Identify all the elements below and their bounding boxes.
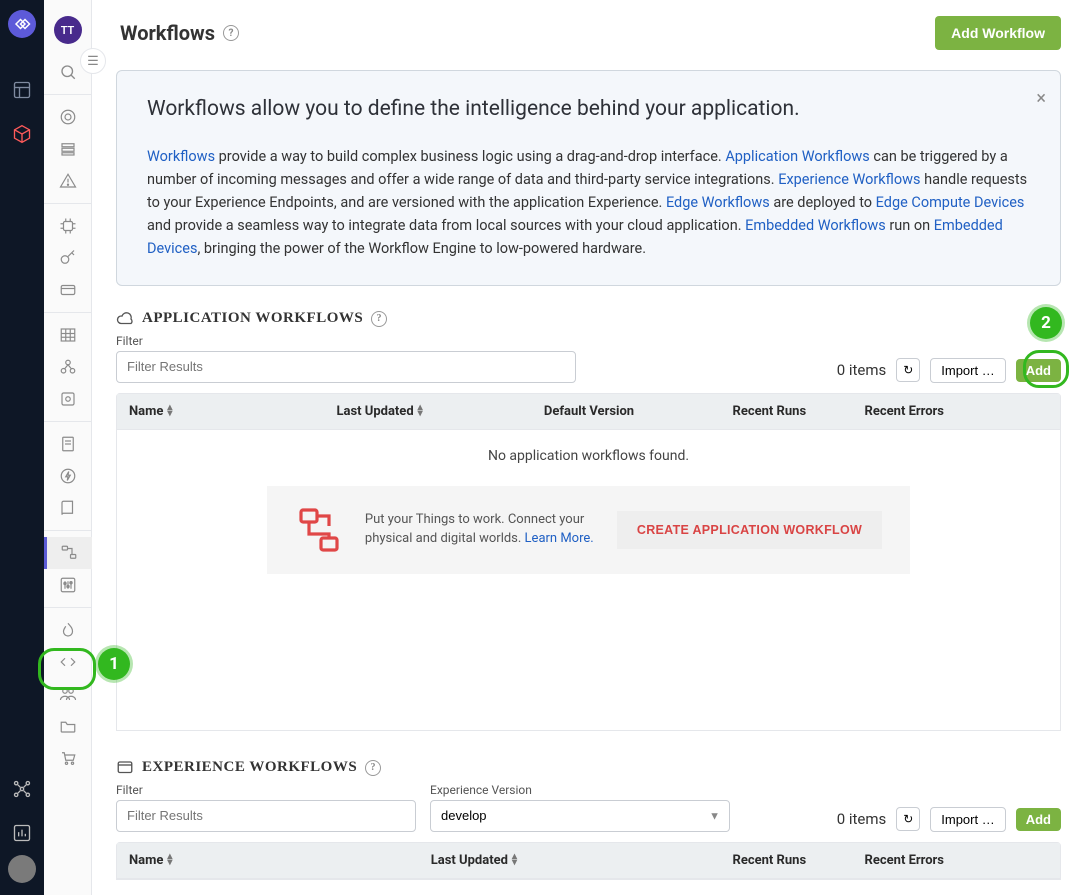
exp-workflows-table: Name▴▾ Last Updated▴▾ Recent Runs Recent… [116, 842, 1061, 880]
nav-graph-icon[interactable] [0, 767, 44, 811]
page-header: Workflows ? Add Workflow [92, 0, 1085, 70]
help-icon[interactable]: ? [365, 760, 381, 776]
refresh-button[interactable]: ↻ [896, 358, 920, 382]
app-workflows-section: APPLICATION WORKFLOWS ? Filter 0 items ↻… [116, 310, 1061, 731]
exp-version-select[interactable]: ▼ [430, 800, 730, 832]
main-content: Workflows ? Add Workflow × Workflows all… [92, 0, 1085, 895]
col-recent-runs[interactable]: Recent Runs [721, 843, 853, 878]
col-recent-runs[interactable]: Recent Runs [721, 394, 853, 429]
add-workflow-button[interactable]: Add Workflow [935, 16, 1061, 50]
import-button[interactable]: Import … [930, 358, 1005, 383]
app-filter-input[interactable] [116, 351, 576, 383]
page-title-text: Workflows [120, 21, 215, 45]
link-embedded-workflows[interactable]: Embedded Workflows [745, 217, 886, 234]
callout-2-bubble: 2 [1030, 307, 1062, 339]
sec-table-icon[interactable] [44, 319, 92, 351]
sec-card-icon[interactable] [44, 274, 92, 306]
nav-dashboard-icon[interactable] [0, 68, 44, 112]
banner-body: Workflows provide a way to build complex… [147, 145, 1030, 261]
sec-book-icon[interactable] [44, 492, 92, 524]
user-avatar[interactable] [8, 855, 36, 883]
sec-warning-icon[interactable] [44, 165, 92, 197]
app-items-count: 0 items [837, 361, 887, 379]
exp-add-button[interactable]: Add [1016, 808, 1061, 831]
import-button[interactable]: Import … [930, 807, 1005, 832]
col-last-updated[interactable]: Last Updated▴▾ [419, 843, 721, 878]
filter-label: Filter [116, 334, 576, 348]
learn-more-link[interactable]: Learn More. [525, 531, 594, 546]
primary-nav [0, 0, 44, 895]
sec-doc-icon[interactable] [44, 428, 92, 460]
chevron-down-icon: ▼ [709, 809, 720, 822]
info-banner: × Workflows allow you to define the inte… [116, 70, 1061, 286]
app-logo[interactable] [8, 10, 36, 38]
exp-filter-input[interactable] [116, 800, 416, 832]
sec-target-icon[interactable] [44, 101, 92, 133]
sec-sliders-icon[interactable] [44, 569, 92, 601]
sec-webhook-icon[interactable] [44, 351, 92, 383]
nav-chart-icon[interactable] [0, 811, 44, 855]
create-app-workflow-button[interactable]: CREATE APPLICATION WORKFLOW [617, 511, 882, 549]
col-recent-errors[interactable]: Recent Errors [853, 394, 1004, 429]
app-workflows-table: Name▴▾ Last Updated▴▾ Default Version Re… [116, 393, 1061, 731]
sec-stack-icon[interactable] [44, 133, 92, 165]
link-workflows[interactable]: Workflows [147, 148, 215, 165]
app-section-title: APPLICATION WORKFLOWS ? [116, 310, 1061, 328]
exp-section-title: EXPERIENCE WORKFLOWS ? [116, 759, 1061, 777]
cta-card: Put your Things to work. Connect your ph… [267, 486, 910, 574]
callout-1-bubble: 1 [98, 648, 130, 680]
exp-filter-row: Filter Experience Version ▼ 0 items ↻ Im… [116, 783, 1061, 832]
browser-icon [116, 759, 134, 777]
help-icon[interactable]: ? [371, 311, 387, 327]
refresh-button[interactable]: ↻ [896, 807, 920, 831]
link-exp-workflows[interactable]: Experience Workflows [778, 171, 920, 188]
sec-bolt-icon[interactable] [44, 460, 92, 492]
filter-label: Filter [116, 783, 416, 797]
callout-1-box [38, 648, 96, 690]
sec-puzzle-icon[interactable] [44, 383, 92, 415]
col-last-updated[interactable]: Last Updated▴▾ [324, 394, 531, 429]
empty-message: No application workflows found. [488, 430, 689, 474]
workflow-cta-icon [295, 506, 343, 554]
sec-cart-icon[interactable] [44, 742, 92, 774]
app-filter-row: Filter 0 items ↻ Import … Add [116, 334, 1061, 383]
menu-toggle-icon[interactable]: ☰ [80, 48, 106, 74]
sec-workflow-icon[interactable] [44, 537, 92, 569]
secondary-nav: TT [44, 0, 92, 895]
cloud-icon [116, 310, 134, 328]
close-icon[interactable]: × [1036, 85, 1046, 114]
org-avatar[interactable]: TT [54, 16, 82, 44]
nav-cube-icon[interactable] [0, 112, 44, 156]
link-edge-devices[interactable]: Edge Compute Devices [876, 194, 1025, 211]
sec-chip-icon[interactable] [44, 210, 92, 242]
col-name[interactable]: Name▴▾ [117, 843, 419, 878]
col-default-version[interactable]: Default Version [532, 394, 721, 429]
cta-text: Put your Things to work. Connect your ph… [365, 511, 595, 547]
table-head: Name▴▾ Last Updated▴▾ Default Version Re… [117, 394, 1060, 430]
exp-items-count: 0 items [837, 810, 887, 828]
page-title: Workflows ? [120, 21, 239, 45]
banner-heading: Workflows allow you to define the intell… [147, 93, 1030, 127]
sec-flame-icon[interactable] [44, 614, 92, 646]
exp-workflows-section: EXPERIENCE WORKFLOWS ? Filter Experience… [116, 759, 1061, 880]
sec-key-icon[interactable] [44, 242, 92, 274]
link-edge-workflows[interactable]: Edge Workflows [666, 194, 770, 211]
col-recent-errors[interactable]: Recent Errors [853, 843, 1004, 878]
sec-folder-icon[interactable] [44, 710, 92, 742]
version-label: Experience Version [430, 783, 730, 797]
table-head: Name▴▾ Last Updated▴▾ Recent Runs Recent… [117, 843, 1060, 879]
help-icon[interactable]: ? [223, 25, 239, 41]
col-name[interactable]: Name▴▾ [117, 394, 324, 429]
callout-2-box [1023, 350, 1069, 388]
link-app-workflows[interactable]: Application Workflows [725, 148, 869, 165]
